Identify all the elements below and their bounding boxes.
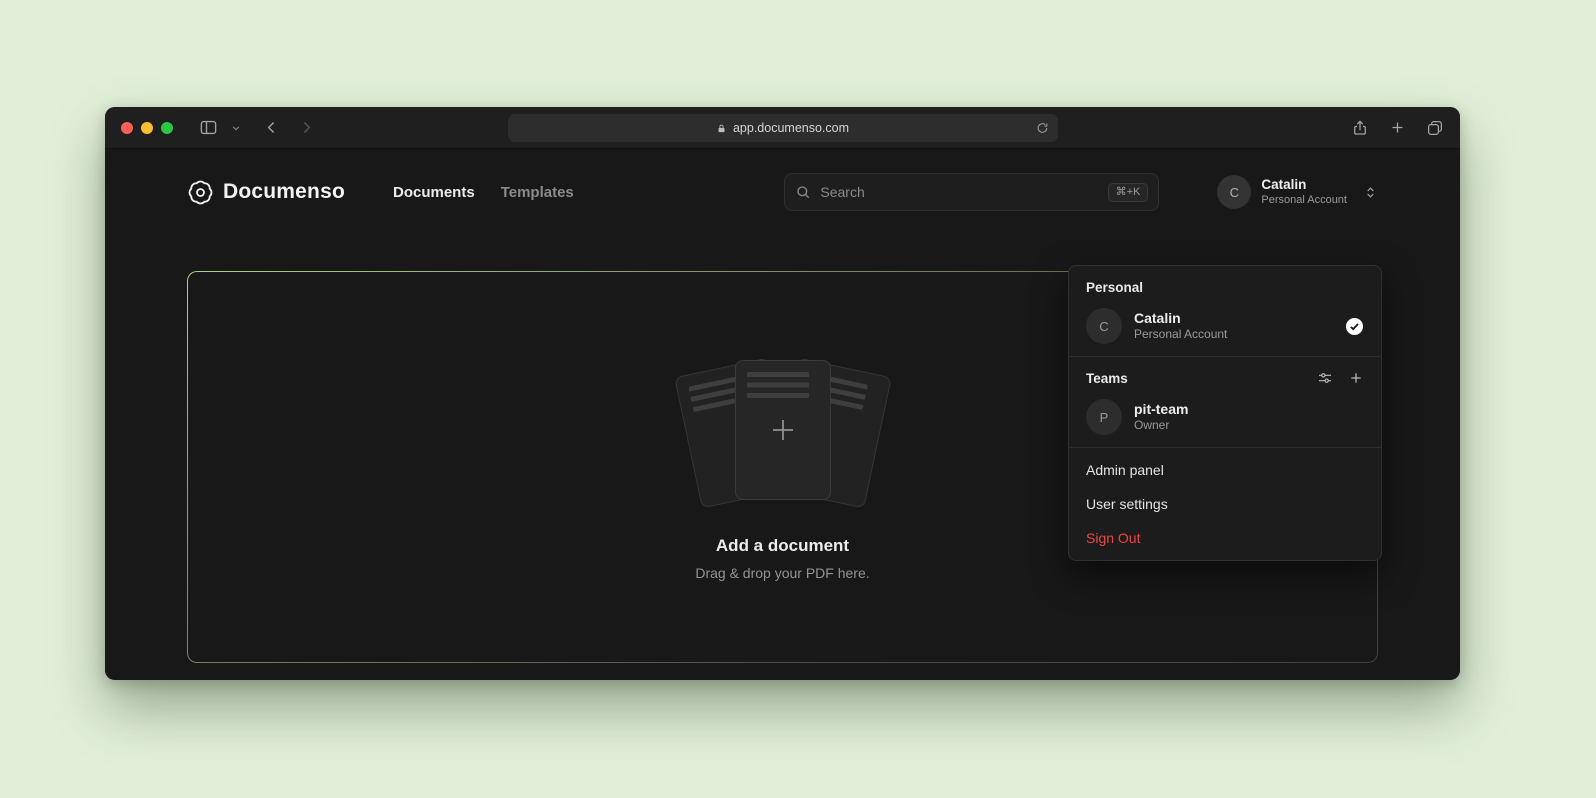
- menu-item-sign-out[interactable]: Sign Out: [1074, 521, 1376, 555]
- account-menu-button[interactable]: C Catalin Personal Account: [1217, 175, 1378, 209]
- tab-overview-icon[interactable]: [1426, 119, 1444, 137]
- back-icon[interactable]: [263, 119, 280, 136]
- reload-icon[interactable]: [1036, 122, 1049, 135]
- documenso-logo-icon: [187, 179, 214, 206]
- browser-titlebar: app.documenso.com: [105, 107, 1460, 149]
- documents-illustration: [673, 354, 893, 512]
- menu-item-personal-account[interactable]: C Catalin Personal Account: [1074, 301, 1376, 351]
- brand-name: Documenso: [223, 180, 345, 204]
- app-page: Documenso Documents Templates Search ⌘+K: [105, 149, 1460, 679]
- history-controls: [263, 119, 315, 136]
- plus-icon: [736, 361, 830, 499]
- close-window-button[interactable]: [121, 122, 133, 134]
- browser-window: app.documenso.com: [105, 107, 1460, 680]
- personal-account-subtitle: Personal Account: [1134, 327, 1227, 343]
- check-circle-icon: [1345, 317, 1364, 336]
- account-avatar: C: [1217, 175, 1251, 209]
- account-dropdown-menu: Personal C Catalin Personal Account: [1068, 265, 1382, 561]
- chevrons-up-down-icon: [1363, 185, 1378, 200]
- menu-section-personal: Personal: [1074, 271, 1376, 301]
- dropzone-title: Add a document: [716, 536, 849, 556]
- app-header: Documenso Documents Templates Search ⌘+K: [105, 149, 1460, 211]
- menu-divider: [1069, 356, 1381, 357]
- teams-actions: [1317, 370, 1364, 386]
- personal-account-name: Catalin: [1134, 309, 1227, 327]
- desktop-background: app.documenso.com: [0, 0, 1596, 798]
- minimize-window-button[interactable]: [141, 122, 153, 134]
- sidebar-toggle-icon[interactable]: [199, 118, 218, 137]
- address-bar[interactable]: app.documenso.com: [508, 114, 1058, 142]
- chevron-down-icon[interactable]: [231, 123, 241, 133]
- personal-account-avatar: C: [1086, 308, 1122, 344]
- document-card-center: [735, 360, 831, 500]
- team-role: Owner: [1134, 418, 1188, 434]
- window-controls: [121, 122, 173, 134]
- add-team-icon[interactable]: [1348, 370, 1364, 386]
- search-placeholder: Search: [820, 184, 864, 200]
- menu-item-user-settings[interactable]: User settings: [1074, 487, 1376, 521]
- nav-documents[interactable]: Documents: [393, 184, 475, 201]
- brand[interactable]: Documenso: [187, 179, 345, 206]
- main-nav: Documents Templates: [393, 184, 574, 201]
- menu-divider: [1069, 447, 1381, 448]
- menu-item-team[interactable]: P pit-team Owner: [1074, 392, 1376, 442]
- share-icon[interactable]: [1351, 119, 1369, 137]
- menu-item-admin-panel[interactable]: Admin panel: [1074, 453, 1376, 487]
- team-text: pit-team Owner: [1134, 400, 1188, 434]
- search-icon: [795, 184, 811, 200]
- account-text: Catalin Personal Account: [1261, 177, 1347, 208]
- lock-icon: [716, 123, 727, 134]
- search-input[interactable]: Search ⌘+K: [784, 173, 1159, 211]
- dropzone-subtitle: Drag & drop your PDF here.: [695, 565, 869, 581]
- titlebar-right-actions: [1351, 119, 1444, 137]
- personal-account-text: Catalin Personal Account: [1134, 309, 1227, 343]
- menu-section-teams-row: Teams: [1074, 362, 1376, 392]
- account-name: Catalin: [1261, 177, 1347, 194]
- forward-icon[interactable]: [298, 119, 315, 136]
- new-tab-icon[interactable]: [1389, 119, 1406, 136]
- account-subtitle: Personal Account: [1261, 194, 1347, 208]
- zoom-window-button[interactable]: [161, 122, 173, 134]
- team-avatar: P: [1086, 399, 1122, 435]
- manage-teams-icon[interactable]: [1317, 370, 1333, 386]
- search-shortcut-badge: ⌘+K: [1108, 183, 1149, 202]
- nav-templates[interactable]: Templates: [501, 184, 574, 201]
- menu-section-teams: Teams: [1086, 371, 1128, 386]
- sidebar-controls: [199, 118, 241, 137]
- url-text: app.documenso.com: [733, 121, 849, 135]
- team-name: pit-team: [1134, 400, 1188, 418]
